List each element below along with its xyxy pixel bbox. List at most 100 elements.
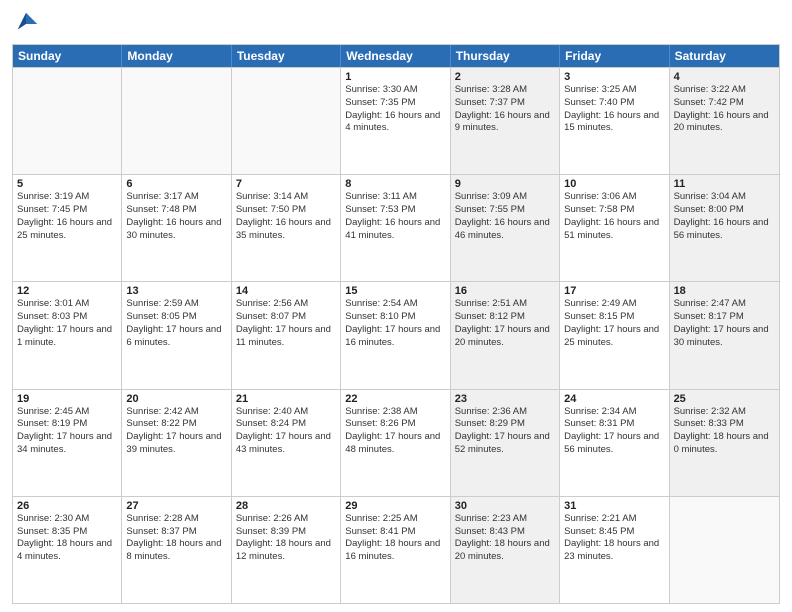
- day-number: 27: [126, 500, 226, 512]
- day-number: 8: [345, 178, 445, 190]
- cell-info: Sunrise: 2:40 AMSunset: 8:24 PMDaylight:…: [236, 406, 336, 457]
- cell-info: Sunrise: 3:11 AMSunset: 7:53 PMDaylight:…: [345, 191, 445, 242]
- cell-info: Sunrise: 2:23 AMSunset: 8:43 PMDaylight:…: [455, 513, 555, 564]
- day-cell-9: 9Sunrise: 3:09 AMSunset: 7:55 PMDaylight…: [451, 175, 560, 281]
- calendar-header: SundayMondayTuesdayWednesdayThursdayFrid…: [13, 45, 779, 67]
- day-cell-11: 11Sunrise: 3:04 AMSunset: 8:00 PMDayligh…: [670, 175, 779, 281]
- empty-cell: [670, 497, 779, 603]
- day-cell-3: 3Sunrise: 3:25 AMSunset: 7:40 PMDaylight…: [560, 68, 669, 174]
- header-wednesday: Wednesday: [341, 45, 450, 67]
- cell-info: Sunrise: 2:36 AMSunset: 8:29 PMDaylight:…: [455, 406, 555, 457]
- day-cell-27: 27Sunrise: 2:28 AMSunset: 8:37 PMDayligh…: [122, 497, 231, 603]
- day-number: 3: [564, 71, 664, 83]
- day-cell-19: 19Sunrise: 2:45 AMSunset: 8:19 PMDayligh…: [13, 390, 122, 496]
- day-cell-14: 14Sunrise: 2:56 AMSunset: 8:07 PMDayligh…: [232, 282, 341, 388]
- day-cell-7: 7Sunrise: 3:14 AMSunset: 7:50 PMDaylight…: [232, 175, 341, 281]
- week-row-2: 5Sunrise: 3:19 AMSunset: 7:45 PMDaylight…: [13, 174, 779, 281]
- cell-info: Sunrise: 2:28 AMSunset: 8:37 PMDaylight:…: [126, 513, 226, 564]
- day-cell-23: 23Sunrise: 2:36 AMSunset: 8:29 PMDayligh…: [451, 390, 560, 496]
- day-cell-13: 13Sunrise: 2:59 AMSunset: 8:05 PMDayligh…: [122, 282, 231, 388]
- day-number: 11: [674, 178, 775, 190]
- logo-icon: [12, 10, 40, 38]
- calendar: SundayMondayTuesdayWednesdayThursdayFrid…: [12, 44, 780, 604]
- cell-info: Sunrise: 3:22 AMSunset: 7:42 PMDaylight:…: [674, 84, 775, 135]
- week-row-5: 26Sunrise: 2:30 AMSunset: 8:35 PMDayligh…: [13, 496, 779, 603]
- cell-info: Sunrise: 2:51 AMSunset: 8:12 PMDaylight:…: [455, 298, 555, 349]
- day-number: 6: [126, 178, 226, 190]
- header-thursday: Thursday: [451, 45, 560, 67]
- day-number: 18: [674, 285, 775, 297]
- cell-info: Sunrise: 2:45 AMSunset: 8:19 PMDaylight:…: [17, 406, 117, 457]
- day-cell-20: 20Sunrise: 2:42 AMSunset: 8:22 PMDayligh…: [122, 390, 231, 496]
- day-number: 28: [236, 500, 336, 512]
- cell-info: Sunrise: 3:25 AMSunset: 7:40 PMDaylight:…: [564, 84, 664, 135]
- cell-info: Sunrise: 3:28 AMSunset: 7:37 PMDaylight:…: [455, 84, 555, 135]
- day-number: 16: [455, 285, 555, 297]
- calendar-body: 1Sunrise: 3:30 AMSunset: 7:35 PMDaylight…: [13, 67, 779, 603]
- day-number: 15: [345, 285, 445, 297]
- cell-info: Sunrise: 2:32 AMSunset: 8:33 PMDaylight:…: [674, 406, 775, 457]
- day-number: 12: [17, 285, 117, 297]
- cell-info: Sunrise: 2:49 AMSunset: 8:15 PMDaylight:…: [564, 298, 664, 349]
- cell-info: Sunrise: 2:54 AMSunset: 8:10 PMDaylight:…: [345, 298, 445, 349]
- day-number: 20: [126, 393, 226, 405]
- day-cell-31: 31Sunrise: 2:21 AMSunset: 8:45 PMDayligh…: [560, 497, 669, 603]
- page-header: [12, 10, 780, 38]
- cell-info: Sunrise: 3:01 AMSunset: 8:03 PMDaylight:…: [17, 298, 117, 349]
- day-cell-8: 8Sunrise: 3:11 AMSunset: 7:53 PMDaylight…: [341, 175, 450, 281]
- cell-info: Sunrise: 2:21 AMSunset: 8:45 PMDaylight:…: [564, 513, 664, 564]
- day-number: 1: [345, 71, 445, 83]
- day-number: 13: [126, 285, 226, 297]
- cell-info: Sunrise: 2:42 AMSunset: 8:22 PMDaylight:…: [126, 406, 226, 457]
- day-number: 14: [236, 285, 336, 297]
- day-cell-5: 5Sunrise: 3:19 AMSunset: 7:45 PMDaylight…: [13, 175, 122, 281]
- cell-info: Sunrise: 2:26 AMSunset: 8:39 PMDaylight:…: [236, 513, 336, 564]
- empty-cell: [13, 68, 122, 174]
- day-number: 5: [17, 178, 117, 190]
- cell-info: Sunrise: 2:59 AMSunset: 8:05 PMDaylight:…: [126, 298, 226, 349]
- day-cell-17: 17Sunrise: 2:49 AMSunset: 8:15 PMDayligh…: [560, 282, 669, 388]
- day-number: 23: [455, 393, 555, 405]
- header-friday: Friday: [560, 45, 669, 67]
- day-number: 29: [345, 500, 445, 512]
- day-cell-15: 15Sunrise: 2:54 AMSunset: 8:10 PMDayligh…: [341, 282, 450, 388]
- day-number: 7: [236, 178, 336, 190]
- cell-info: Sunrise: 2:30 AMSunset: 8:35 PMDaylight:…: [17, 513, 117, 564]
- day-cell-25: 25Sunrise: 2:32 AMSunset: 8:33 PMDayligh…: [670, 390, 779, 496]
- cell-info: Sunrise: 3:09 AMSunset: 7:55 PMDaylight:…: [455, 191, 555, 242]
- week-row-3: 12Sunrise: 3:01 AMSunset: 8:03 PMDayligh…: [13, 281, 779, 388]
- cell-info: Sunrise: 3:14 AMSunset: 7:50 PMDaylight:…: [236, 191, 336, 242]
- day-number: 22: [345, 393, 445, 405]
- day-number: 9: [455, 178, 555, 190]
- day-cell-10: 10Sunrise: 3:06 AMSunset: 7:58 PMDayligh…: [560, 175, 669, 281]
- header-tuesday: Tuesday: [232, 45, 341, 67]
- week-row-1: 1Sunrise: 3:30 AMSunset: 7:35 PMDaylight…: [13, 67, 779, 174]
- day-number: 19: [17, 393, 117, 405]
- day-cell-30: 30Sunrise: 2:23 AMSunset: 8:43 PMDayligh…: [451, 497, 560, 603]
- day-cell-6: 6Sunrise: 3:17 AMSunset: 7:48 PMDaylight…: [122, 175, 231, 281]
- day-cell-21: 21Sunrise: 2:40 AMSunset: 8:24 PMDayligh…: [232, 390, 341, 496]
- cell-info: Sunrise: 3:06 AMSunset: 7:58 PMDaylight:…: [564, 191, 664, 242]
- cell-info: Sunrise: 2:47 AMSunset: 8:17 PMDaylight:…: [674, 298, 775, 349]
- header-monday: Monday: [122, 45, 231, 67]
- header-sunday: Sunday: [13, 45, 122, 67]
- empty-cell: [122, 68, 231, 174]
- day-cell-1: 1Sunrise: 3:30 AMSunset: 7:35 PMDaylight…: [341, 68, 450, 174]
- day-number: 30: [455, 500, 555, 512]
- day-cell-12: 12Sunrise: 3:01 AMSunset: 8:03 PMDayligh…: [13, 282, 122, 388]
- day-number: 26: [17, 500, 117, 512]
- day-number: 17: [564, 285, 664, 297]
- week-row-4: 19Sunrise: 2:45 AMSunset: 8:19 PMDayligh…: [13, 389, 779, 496]
- day-number: 2: [455, 71, 555, 83]
- day-number: 10: [564, 178, 664, 190]
- day-cell-24: 24Sunrise: 2:34 AMSunset: 8:31 PMDayligh…: [560, 390, 669, 496]
- header-saturday: Saturday: [670, 45, 779, 67]
- day-cell-22: 22Sunrise: 2:38 AMSunset: 8:26 PMDayligh…: [341, 390, 450, 496]
- day-cell-16: 16Sunrise: 2:51 AMSunset: 8:12 PMDayligh…: [451, 282, 560, 388]
- day-number: 4: [674, 71, 775, 83]
- cell-info: Sunrise: 3:17 AMSunset: 7:48 PMDaylight:…: [126, 191, 226, 242]
- day-cell-26: 26Sunrise: 2:30 AMSunset: 8:35 PMDayligh…: [13, 497, 122, 603]
- day-cell-29: 29Sunrise: 2:25 AMSunset: 8:41 PMDayligh…: [341, 497, 450, 603]
- day-number: 21: [236, 393, 336, 405]
- day-number: 24: [564, 393, 664, 405]
